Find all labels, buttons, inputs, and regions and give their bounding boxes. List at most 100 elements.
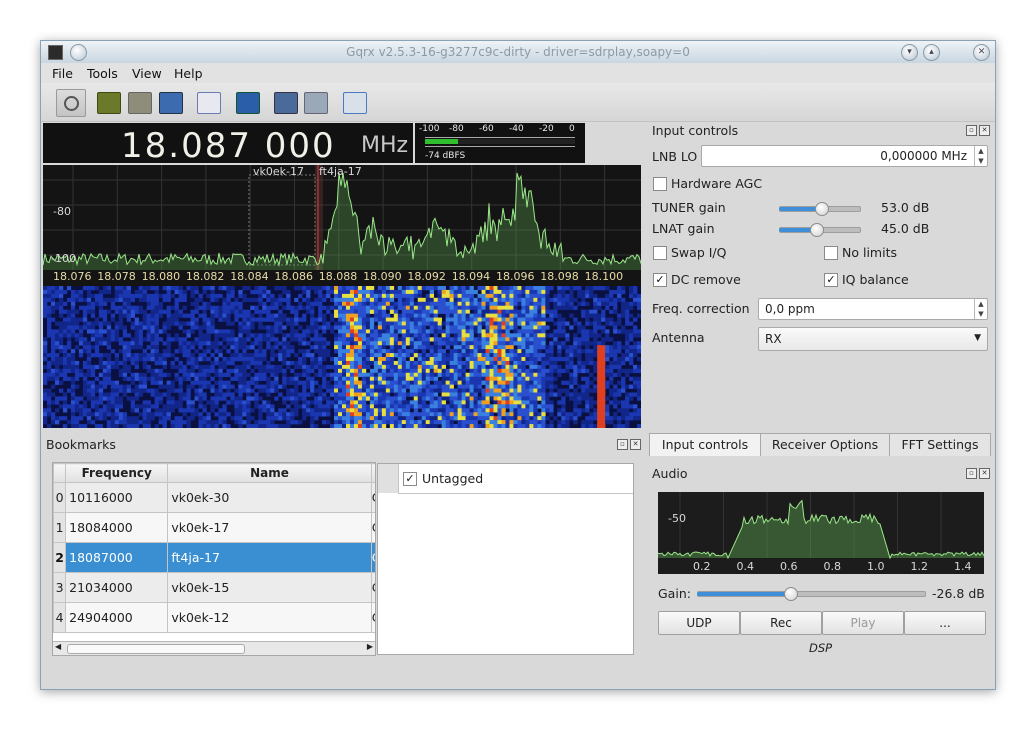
- minimize-button[interactable]: ▾: [901, 44, 918, 61]
- table-row[interactable]: 1 18084000 vk0ek-17 C: [53, 512, 375, 543]
- waterfall-cell: [553, 384, 558, 389]
- tag-list[interactable]: ✓ Untagged: [377, 463, 634, 655]
- table-row[interactable]: 0 10116000 vk0ek-30 C: [53, 482, 375, 513]
- close-dock-icon[interactable]: ✕: [979, 468, 990, 479]
- waterfall-svg[interactable]: [43, 286, 641, 428]
- menu-tools[interactable]: Tools: [87, 66, 118, 81]
- menu-view[interactable]: View: [132, 66, 162, 81]
- tuner-gain-slider[interactable]: [779, 202, 861, 216]
- freq-correction-input[interactable]: 0,0 ppm ▲ ▼: [758, 298, 988, 320]
- waterfall-cell: [457, 329, 462, 334]
- tab-receiver-options[interactable]: Receiver Options: [760, 433, 890, 456]
- waterfall-cell: [314, 349, 319, 354]
- waterfall-cell: [342, 301, 347, 307]
- horizontal-scrollbar[interactable]: ◀ ▶: [53, 641, 375, 655]
- tab-input-controls[interactable]: Input controls: [649, 433, 761, 456]
- swap-iq-checkbox[interactable]: [653, 246, 667, 260]
- tuner-gain-handle[interactable]: [814, 202, 829, 216]
- waterfall-cell: [449, 349, 454, 354]
- waterfall-cell: [521, 333, 526, 338]
- dc-remove-checkbox[interactable]: ✓: [653, 273, 667, 287]
- power-button[interactable]: [56, 89, 86, 117]
- column-frequency[interactable]: Frequency: [65, 463, 169, 483]
- waterfall-cell: [397, 424, 403, 428]
- maximize-button[interactable]: ▴: [923, 44, 940, 61]
- waterfall-cell: [609, 321, 614, 326]
- lnat-gain-handle[interactable]: [809, 223, 824, 237]
- tab-fft-settings[interactable]: FFT Settings: [889, 433, 991, 456]
- waterfall-cell: [617, 372, 622, 378]
- menu-help[interactable]: Help: [174, 66, 203, 81]
- bookmarks-table[interactable]: Frequency Name 0 10116000 vk0ek-30 C 1 1…: [52, 462, 376, 656]
- rec-button[interactable]: Rec: [740, 611, 822, 635]
- no-limits-checkbox[interactable]: [824, 246, 838, 260]
- float-icon[interactable]: ▫: [966, 125, 977, 136]
- audio-fft-plot[interactable]: -50 0.2 0.4 0.6 0.8 1.0 1.2 1.4: [658, 492, 984, 574]
- waterfall-cell: [62, 289, 68, 295]
- waterfall-cell: [409, 329, 415, 334]
- tools-icon[interactable]: [304, 92, 328, 114]
- frequency-value[interactable]: 18.087 000: [121, 126, 336, 166]
- waterfall-cell: [501, 321, 506, 326]
- waterfall-cell: [561, 301, 566, 307]
- title-bar[interactable]: Gqrx v2.5.3-16-g3277c9c-dirty - driver=s…: [41, 41, 995, 63]
- waterfall-cell: [226, 289, 231, 295]
- lnb-lo-spinner[interactable]: ▲ ▼: [974, 146, 987, 166]
- play-button[interactable]: Play: [822, 611, 904, 635]
- waveform-icon[interactable]: [236, 92, 260, 114]
- spectrum-plot[interactable]: -80 -100 vk0ek-17 ft4ja-17 18.076 18.078 1…: [43, 165, 641, 286]
- audio-gain-slider[interactable]: [697, 587, 926, 601]
- frequency-display[interactable]: 18.087 000 MHz: [43, 123, 413, 166]
- table-row-selected[interactable]: 2 18087000 ft4ja-17 C: [53, 542, 375, 573]
- waterfall-cell: [258, 297, 263, 303]
- close-button[interactable]: ✕: [973, 44, 990, 61]
- menu-file[interactable]: File: [52, 66, 73, 81]
- open-folder-icon[interactable]: [128, 92, 152, 114]
- iq-balance-checkbox[interactable]: ✓: [824, 273, 838, 287]
- bookmark-marker[interactable]: ft4ja-17: [319, 165, 362, 178]
- waterfall-cell: [473, 349, 478, 354]
- scroll-right-icon[interactable]: ▶: [367, 642, 373, 651]
- waterfall-cell: [453, 333, 458, 338]
- audio-options-button[interactable]: ...: [904, 611, 986, 635]
- scroll-left-icon[interactable]: ◀: [55, 642, 61, 651]
- windows-icon[interactable]: [274, 92, 298, 114]
- float-icon[interactable]: ▫: [966, 468, 977, 479]
- waterfall-cell: [589, 360, 594, 366]
- waterfall-cell: [441, 404, 446, 409]
- load-settings-icon[interactable]: [197, 92, 221, 114]
- column-name[interactable]: Name: [167, 463, 372, 483]
- waterfall-cell: [581, 384, 586, 389]
- fullscreen-icon[interactable]: [343, 92, 367, 114]
- waterfall-cell: [178, 424, 183, 428]
- close-dock-icon[interactable]: ✕: [630, 439, 641, 450]
- waterfall-cell: [489, 317, 494, 322]
- antenna-select[interactable]: RX ▼: [758, 327, 988, 351]
- waterfall-cell: [126, 286, 132, 291]
- lnb-lo-input[interactable]: 0,000000 MHz ▲ ▼: [701, 145, 988, 167]
- waterfall-cell: [517, 392, 522, 397]
- waterfall-cell: [306, 376, 311, 381]
- waterfall-cell: [178, 321, 183, 326]
- waterfall-display[interactable]: [43, 286, 641, 428]
- udp-button[interactable]: UDP: [658, 611, 740, 635]
- device-icon[interactable]: [97, 92, 121, 114]
- bookmark-marker[interactable]: vk0ek-17: [253, 165, 304, 178]
- save-icon[interactable]: [159, 92, 183, 114]
- waterfall-cell: [553, 341, 558, 346]
- filter-band[interactable]: [315, 165, 323, 270]
- lnat-gain-slider[interactable]: [779, 223, 861, 237]
- hardware-agc-checkbox[interactable]: [653, 177, 667, 191]
- untagged-checkbox[interactable]: ✓: [403, 472, 417, 486]
- freq-correction-spinner[interactable]: ▲ ▼: [974, 299, 987, 319]
- table-row[interactable]: 3 21034000 vk0ek-15 C: [53, 572, 375, 603]
- spectrum-svg[interactable]: [43, 165, 641, 286]
- table-row[interactable]: 4 24904000 vk0ek-12 C: [53, 602, 375, 633]
- audio-gain-handle[interactable]: [784, 587, 799, 601]
- waterfall-cell: [222, 329, 227, 334]
- waterfall-cell: [605, 345, 610, 350]
- waterfall-cell: [114, 360, 120, 366]
- float-icon[interactable]: ▫: [617, 439, 628, 450]
- scrollbar-thumb[interactable]: [67, 644, 245, 654]
- close-dock-icon[interactable]: ✕: [979, 125, 990, 136]
